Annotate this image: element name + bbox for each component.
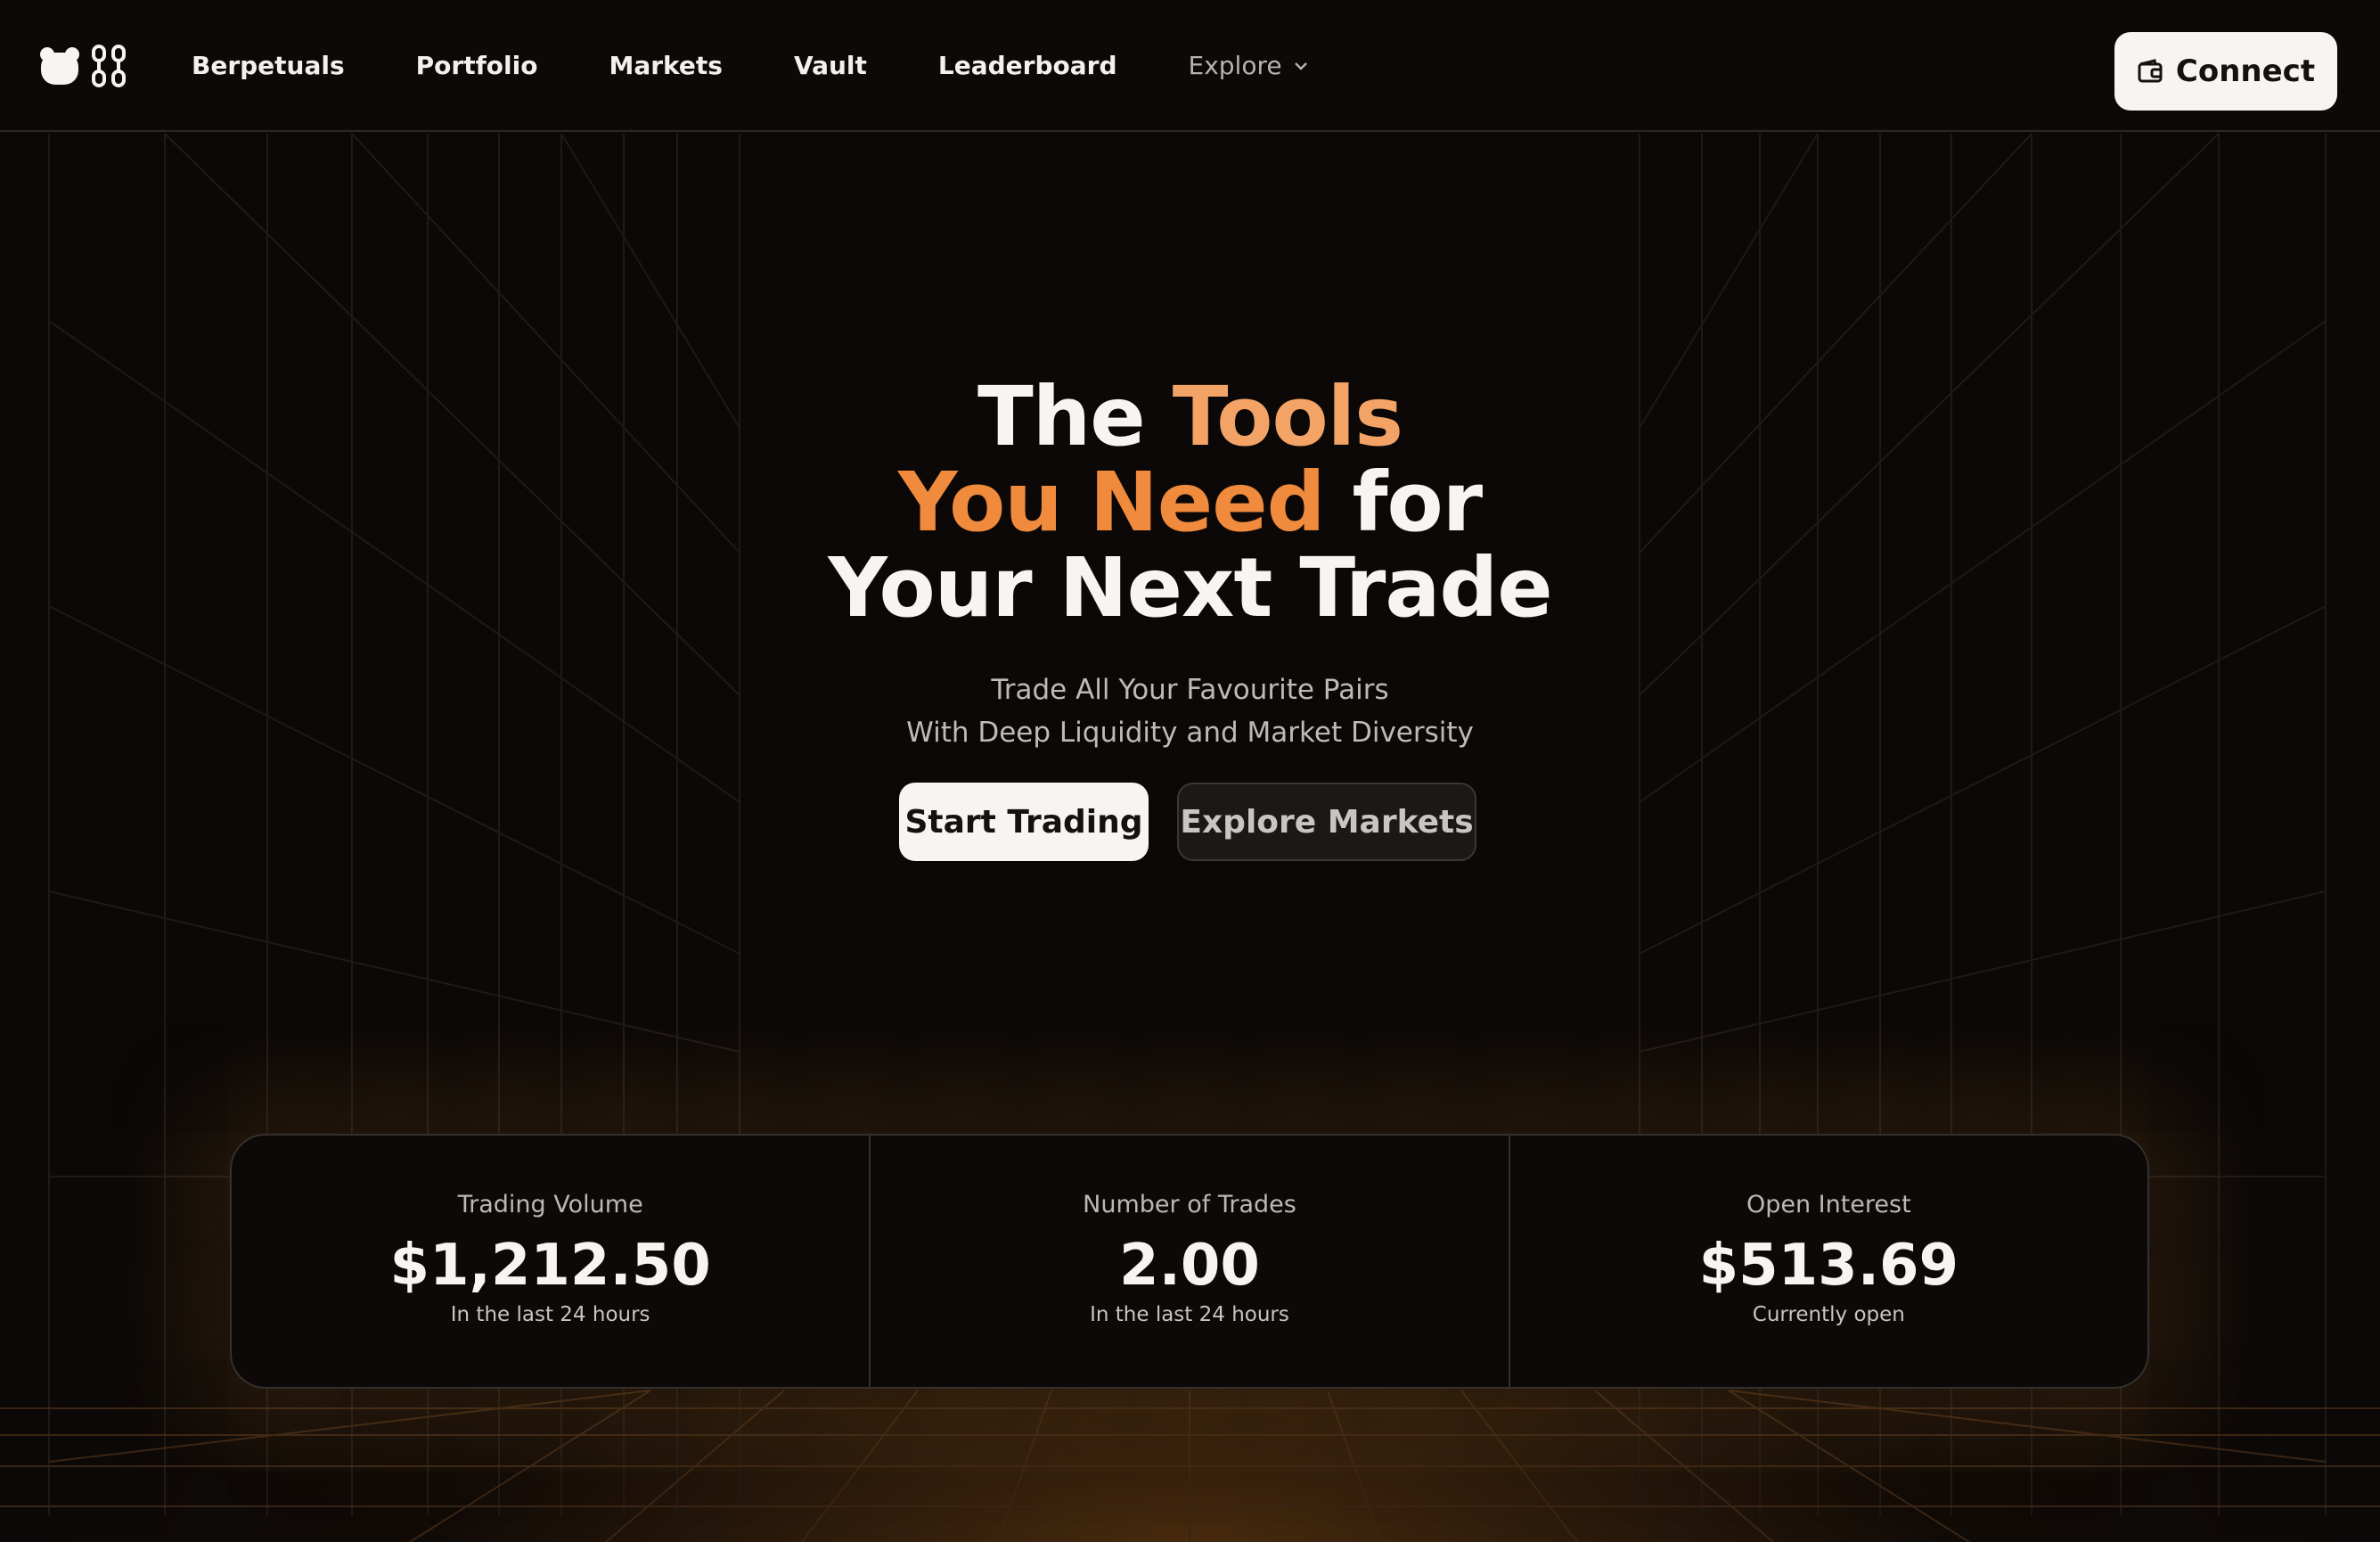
hero-subtitle-line-2: With Deep Liquidity and Market Diversity <box>906 717 1474 749</box>
stats-panel: Trading Volume $1,212.50 In the last 24 … <box>230 1134 2149 1389</box>
stat-label: Open Interest <box>1746 1191 1911 1218</box>
chain-link-icon <box>92 45 126 87</box>
hero-title-for: for <box>1352 455 1483 550</box>
hero-title-tools: Tools <box>1172 369 1403 464</box>
nav-link-markets[interactable]: Markets <box>609 52 722 80</box>
connect-wallet-button[interactable]: Connect <box>2114 32 2337 111</box>
nav-link-portfolio[interactable]: Portfolio <box>416 52 538 80</box>
stat-value: 2.00 <box>1119 1233 1260 1299</box>
nav-link-berpetuals[interactable]: Berpetuals <box>192 52 345 80</box>
wallet-icon <box>2138 59 2163 83</box>
hero-title-you-need: You Need <box>897 455 1326 550</box>
nav-link-vault[interactable]: Vault <box>794 52 867 80</box>
top-navbar: Berpetuals Portfolio Markets Vault Leade… <box>0 0 2380 132</box>
hero-subtitle: Trade All Your Favourite Pairs With Deep… <box>0 668 2380 754</box>
stat-trading-volume: Trading Volume $1,212.50 In the last 24 … <box>232 1136 869 1387</box>
stat-number-of-trades: Number of Trades 2.00 In the last 24 hou… <box>869 1136 1508 1387</box>
start-trading-button[interactable]: Start Trading <box>899 783 1149 861</box>
hero-title: The Tools You Need for Your Next Trade <box>0 374 2380 631</box>
hero-subtitle-line-1: Trade All Your Favourite Pairs <box>991 674 1389 706</box>
hero-title-line-1: The Tools <box>0 374 2380 460</box>
nav-link-leaderboard[interactable]: Leaderboard <box>938 52 1117 80</box>
stat-value: $1,212.50 <box>389 1233 711 1299</box>
explore-markets-button[interactable]: Explore Markets <box>1177 783 1476 861</box>
hero-title-line-2: You Need for <box>0 460 2380 545</box>
nav-links: Berpetuals Portfolio Markets Vault Leade… <box>192 52 1309 80</box>
logo[interactable] <box>39 45 127 87</box>
stat-caption: In the last 24 hours <box>1090 1303 1289 1326</box>
stat-caption: In the last 24 hours <box>450 1303 650 1326</box>
stat-label: Trading Volume <box>457 1191 643 1218</box>
page: Berpetuals Portfolio Markets Vault Leade… <box>0 0 2380 1542</box>
stat-caption: Currently open <box>1752 1303 1905 1326</box>
stat-value: $513.69 <box>1698 1233 1959 1299</box>
nav-explore-label: Explore <box>1188 51 1282 80</box>
chevron-down-icon <box>1294 62 1307 70</box>
nav-explore-dropdown[interactable]: Explore <box>1189 52 1309 80</box>
hero-cta-row: Start Trading Explore Markets <box>899 783 1476 861</box>
connect-button-label: Connect <box>2175 53 2316 89</box>
bear-logo-icon <box>40 47 79 85</box>
stat-open-interest: Open Interest $513.69 Currently open <box>1508 1136 2147 1387</box>
hero-title-the: The <box>977 369 1146 464</box>
hero-title-line-3: Your Next Trade <box>828 540 1552 636</box>
stat-label: Number of Trades <box>1083 1191 1296 1218</box>
